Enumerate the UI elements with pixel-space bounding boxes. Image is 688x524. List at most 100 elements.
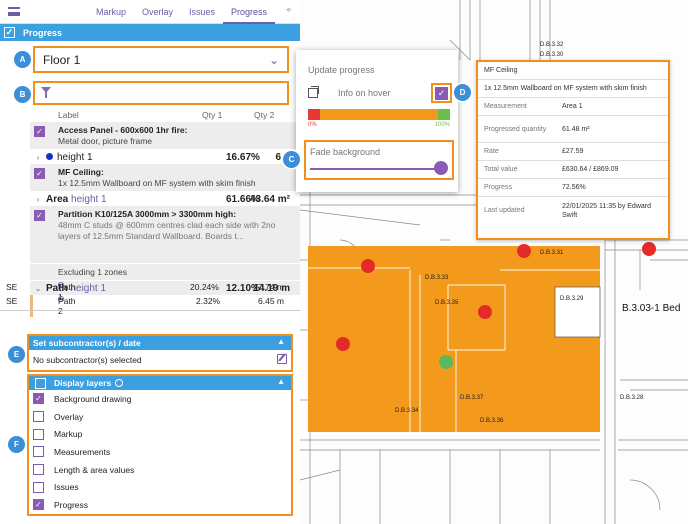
color-dot [46,153,53,161]
layer-checkbox[interactable]: ✓ [33,499,44,511]
layer-checkbox[interactable]: ✓ [33,393,44,405]
layer-measurements[interactable]: Measurements [29,443,291,461]
chevron-right-icon[interactable]: › [30,195,46,204]
layer-label: Markup [54,429,83,440]
room-label: D.B.3.35 [435,300,459,306]
floor-select[interactable]: Floor 1 ⌄ [33,46,289,73]
sub-row-label: height 1 [71,193,107,205]
fade-slider-track[interactable] [310,168,444,170]
column-label: Label [58,110,79,120]
items-list: ✓ Access Panel - 600x600 1hr fire: Metal… [30,122,300,317]
layer-checkbox[interactable] [33,464,44,476]
menu-icon[interactable] [0,7,28,16]
layer-overlay[interactable]: Overlay [29,408,291,426]
item-info-card: MF Ceiling 1x 12.5mm Wallboard on MF sys… [476,60,670,240]
layer-checkbox[interactable] [33,411,44,423]
layer-label: Length & area values [54,464,135,475]
room-label: D.B.3.32 [540,42,564,48]
sub-row-type: Area [46,193,69,205]
tab-issues[interactable]: Issues [181,0,223,24]
layer-checkbox[interactable] [33,446,44,458]
card-key: Progress [484,184,513,191]
room-label: D.B.3.30 [540,52,564,58]
callout-badge-d: D [454,84,471,101]
layer-checkbox[interactable] [33,481,44,493]
item-checkbox[interactable]: ✓ [34,210,45,221]
path-code: SE [6,296,18,306]
layer-background-drawing[interactable]: ✓ Background drawing [29,390,291,408]
popover-title: Update progress [308,65,375,75]
column-qty2: Qty 2 [254,110,275,120]
subcontractor-status: No subcontractor(s) selected [29,350,291,370]
display-layers-header[interactable]: Display layers ▲ [29,376,291,390]
layer-progress[interactable]: ✓ Progress [29,496,291,514]
tab-markup[interactable]: Markup [88,0,134,24]
item-sub-row[interactable]: › Area height 1 61.66% 43.64 m² [30,192,300,206]
chevron-up-icon[interactable]: ▲ [277,377,285,386]
list-item[interactable]: ✓ Access Panel - 600x600 1hr fire: Metal… [30,122,300,150]
tab-progress[interactable]: Progress [223,0,276,24]
divider [0,310,300,311]
item-note: Excluding 1 zones [58,267,127,277]
item-checkbox[interactable]: ✓ [34,168,45,179]
edit-icon[interactable] [277,354,287,364]
display-layers-label: Display layers [54,378,112,388]
tab-bar: Markup Overlay Issues Progress [88,0,276,24]
progress-area [308,246,600,432]
info-on-hover-toggle[interactable]: ✓ [431,83,452,103]
path-label: Path 2 [58,296,76,316]
progress-header[interactable]: ✓ Progress [0,24,300,41]
top-bar: Markup Overlay Issues Progress ⌖ [0,0,300,24]
item-sub-row[interactable]: › height 1 16.67% 6 u [30,150,300,164]
progress-header-label: Progress [23,27,63,38]
sub-row-label: height 1 [57,151,93,163]
copy-icon [308,86,319,98]
card-value: £27.59 [562,148,584,155]
layer-label: Progress [54,499,89,510]
card-row: Measurement Area 1 [478,98,668,116]
card-value: 61.48 m² [562,125,590,133]
subcontractor-section: Set subcontractor(s) / date ▲ No subcont… [27,334,293,372]
list-item[interactable]: ✓ Partition K10/125A 3000mm > 3300mm hig… [30,206,300,264]
filter-input[interactable] [33,81,289,105]
range-segment-high [438,109,450,120]
fade-slider-thumb[interactable] [434,161,448,175]
layers-all-checkbox[interactable] [35,377,46,389]
layer-issues[interactable]: Issues [29,478,291,496]
callout-badge-f: F [8,436,25,453]
item-checkbox[interactable]: ✓ [34,126,45,137]
path-row[interactable]: SE Path 1 20.24% 7.74 m [0,282,300,302]
path-qty1: 20.24% [190,282,219,292]
list-item[interactable]: ✓ MF Ceiling: 1x 12.5mm Wallboard on MF … [30,164,300,192]
callout-badge-a: A [14,51,31,68]
update-progress-popover: Update progress Info on hover ✓ 0% 100% … [296,50,458,192]
chevron-right-icon[interactable]: › [30,153,46,162]
card-value: 72.56% [562,184,586,191]
layer-checkbox[interactable] [33,428,44,440]
expand-icon[interactable]: ⌖ [286,6,296,16]
room-label: D.B.3.29 [560,296,584,302]
subcontractor-header[interactable]: Set subcontractor(s) / date ▲ [29,336,291,350]
subcontractor-text: No subcontractor(s) selected [33,355,142,365]
info-on-hover-checkbox[interactable]: ✓ [435,86,448,100]
callout-badge-b: B [14,86,31,103]
card-value: £630.64 / £869.09 [562,166,619,173]
layer-label: Overlay [54,411,84,422]
progress-range-bar[interactable] [308,109,450,120]
fade-background-label: Fade background [310,147,381,157]
range-segment-low [308,109,320,120]
display-layers-section: Display layers ▲ ✓ Background drawing Ov… [27,374,293,516]
layer-label: Measurements [54,446,111,457]
chevron-up-icon[interactable]: ▲ [277,337,285,346]
item-title: MF Ceiling: [58,167,104,177]
item-title: Partition K10/125A 3000mm > 3300mm high: [58,209,237,219]
progress-header-checkbox[interactable]: ✓ [4,27,15,38]
subcontractor-header-label: Set subcontractor(s) / date [33,338,141,348]
layer-length-area-values[interactable]: Length & area values [29,461,291,479]
path-row[interactable]: SE Path 2 2.32% 6.45 m [0,296,300,316]
tab-overlay[interactable]: Overlay [134,0,181,24]
gear-icon[interactable] [115,379,124,387]
range-min-label: 0% [308,122,317,128]
item-description: 48mm C studs @ 600mm centres clad each s… [58,220,276,241]
layer-markup[interactable]: Markup [29,425,291,443]
